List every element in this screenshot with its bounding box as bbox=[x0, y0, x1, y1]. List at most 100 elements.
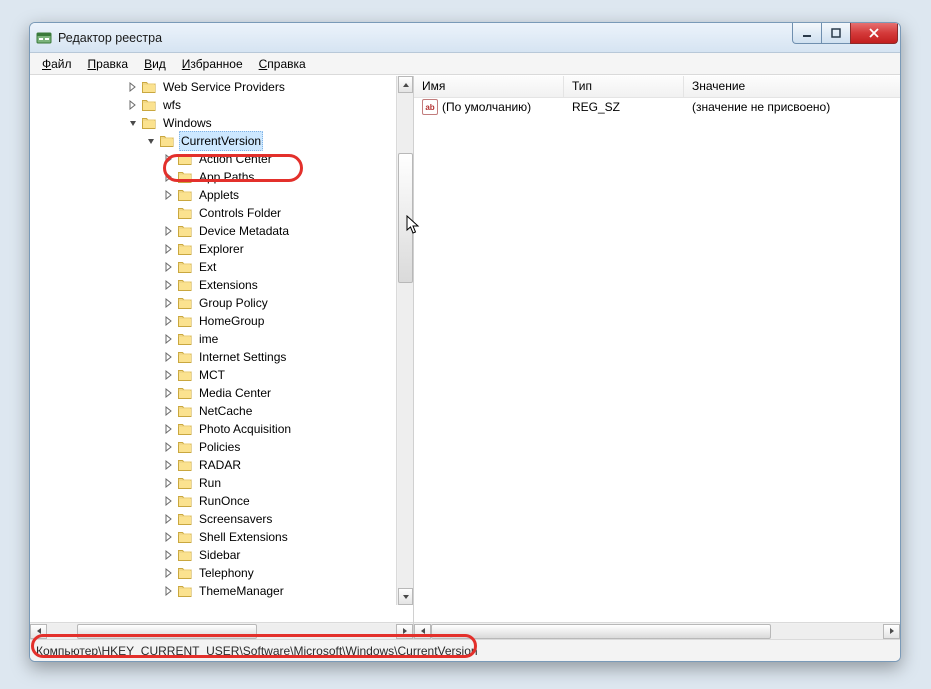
tree-node[interactable]: Action Center bbox=[32, 150, 413, 168]
tree-node-label[interactable]: ime bbox=[197, 330, 220, 348]
scroll-right-button[interactable] bbox=[883, 624, 900, 639]
tree-node-label[interactable]: MCT bbox=[197, 366, 227, 384]
tree-node-label[interactable]: Shell Extensions bbox=[197, 528, 290, 546]
expander-closed-icon[interactable] bbox=[163, 387, 175, 399]
expander-closed-icon[interactable] bbox=[163, 369, 175, 381]
tree-node[interactable]: RADAR bbox=[32, 456, 413, 474]
expander-closed-icon[interactable] bbox=[163, 531, 175, 543]
tree-node[interactable]: App Paths bbox=[32, 168, 413, 186]
expander-open-icon[interactable] bbox=[145, 135, 157, 147]
expander-closed-icon[interactable] bbox=[163, 405, 175, 417]
tree-node[interactable]: Policies bbox=[32, 438, 413, 456]
tree-horizontal-scrollbar[interactable] bbox=[30, 622, 413, 639]
menu-избранное[interactable]: Избранное bbox=[174, 55, 251, 73]
tree-node[interactable]: CurrentVersion bbox=[32, 132, 413, 150]
expander-closed-icon[interactable] bbox=[163, 441, 175, 453]
tree-node[interactable]: ThemeManager bbox=[32, 582, 413, 600]
tree-node[interactable]: NetCache bbox=[32, 402, 413, 420]
expander-closed-icon[interactable] bbox=[163, 297, 175, 309]
tree-node-label[interactable]: Extensions bbox=[197, 276, 260, 294]
scroll-track[interactable] bbox=[431, 624, 883, 639]
tree-node[interactable]: Web Service Providers bbox=[32, 78, 413, 96]
registry-tree[interactable]: Web Service ProviderswfsWindowsCurrentVe… bbox=[30, 76, 413, 602]
tree-node-label[interactable]: Web Service Providers bbox=[161, 78, 287, 96]
expander-closed-icon[interactable] bbox=[163, 333, 175, 345]
tree-node[interactable]: Photo Acquisition bbox=[32, 420, 413, 438]
scroll-thumb[interactable] bbox=[77, 624, 257, 639]
scroll-left-button[interactable] bbox=[30, 624, 47, 639]
tree-node[interactable]: MCT bbox=[32, 366, 413, 384]
maximize-button[interactable] bbox=[821, 23, 851, 44]
tree-node[interactable]: wfs bbox=[32, 96, 413, 114]
tree-node-label[interactable]: App Paths bbox=[197, 168, 256, 186]
expander-closed-icon[interactable] bbox=[163, 585, 175, 597]
tree-node-label[interactable]: RunOnce bbox=[197, 492, 252, 510]
expander-closed-icon[interactable] bbox=[163, 477, 175, 489]
tree-node[interactable]: RunOnce bbox=[32, 492, 413, 510]
column-data[interactable]: Значение bbox=[684, 76, 900, 97]
titlebar[interactable]: Редактор реестра bbox=[30, 23, 900, 53]
expander-closed-icon[interactable] bbox=[163, 279, 175, 291]
tree-node[interactable]: Telephony bbox=[32, 564, 413, 582]
column-type[interactable]: Тип bbox=[564, 76, 684, 97]
tree-node-label[interactable]: Ext bbox=[197, 258, 218, 276]
expander-closed-icon[interactable] bbox=[163, 549, 175, 561]
tree-node-label[interactable]: wfs bbox=[161, 96, 183, 114]
tree-node[interactable]: Extensions bbox=[32, 276, 413, 294]
tree-node-label[interactable]: Action Center bbox=[197, 150, 274, 168]
value-horizontal-scrollbar[interactable] bbox=[414, 622, 900, 639]
expander-closed-icon[interactable] bbox=[163, 459, 175, 471]
tree-node-label[interactable]: CurrentVersion bbox=[179, 131, 263, 151]
tree-node-label[interactable]: Telephony bbox=[197, 564, 256, 582]
tree-node[interactable]: Windows bbox=[32, 114, 413, 132]
tree-node-label[interactable]: Photo Acquisition bbox=[197, 420, 293, 438]
tree-node-label[interactable]: ThemeManager bbox=[197, 582, 286, 600]
scroll-left-button[interactable] bbox=[414, 624, 431, 639]
tree-node[interactable]: Screensavers bbox=[32, 510, 413, 528]
value-row[interactable]: ab(По умолчанию)REG_SZ(значение не присв… bbox=[414, 98, 900, 116]
tree-vertical-scrollbar[interactable] bbox=[396, 76, 413, 605]
expander-closed-icon[interactable] bbox=[163, 495, 175, 507]
tree-node[interactable]: Internet Settings bbox=[32, 348, 413, 366]
scroll-thumb[interactable] bbox=[398, 153, 413, 283]
menu-вид[interactable]: Вид bbox=[136, 55, 174, 73]
expander-closed-icon[interactable] bbox=[163, 243, 175, 255]
menu-файл[interactable]: Файл bbox=[34, 55, 80, 73]
expander-closed-icon[interactable] bbox=[163, 315, 175, 327]
tree-node-label[interactable]: NetCache bbox=[197, 402, 254, 420]
tree-node-label[interactable]: Applets bbox=[197, 186, 241, 204]
expander-closed-icon[interactable] bbox=[127, 81, 139, 93]
expander-closed-icon[interactable] bbox=[163, 171, 175, 183]
expander-closed-icon[interactable] bbox=[163, 567, 175, 579]
tree-node[interactable]: ime bbox=[32, 330, 413, 348]
expander-closed-icon[interactable] bbox=[127, 99, 139, 111]
tree-node-label[interactable]: Internet Settings bbox=[197, 348, 288, 366]
tree-node[interactable]: Controls Folder bbox=[32, 204, 413, 222]
expander-closed-icon[interactable] bbox=[163, 513, 175, 525]
tree-node-label[interactable]: Device Metadata bbox=[197, 222, 291, 240]
value-list[interactable]: ab(По умолчанию)REG_SZ(значение не присв… bbox=[414, 98, 900, 622]
tree-node[interactable]: HomeGroup bbox=[32, 312, 413, 330]
column-name[interactable]: Имя bbox=[414, 76, 564, 97]
expander-closed-icon[interactable] bbox=[163, 225, 175, 237]
tree-node-label[interactable]: Policies bbox=[197, 438, 242, 456]
tree-node[interactable]: Run bbox=[32, 474, 413, 492]
tree-node-label[interactable]: HomeGroup bbox=[197, 312, 266, 330]
close-button[interactable] bbox=[850, 23, 898, 44]
minimize-button[interactable] bbox=[792, 23, 822, 44]
expander-closed-icon[interactable] bbox=[163, 153, 175, 165]
tree-node-label[interactable]: Explorer bbox=[197, 240, 246, 258]
tree-node-label[interactable]: Run bbox=[197, 474, 223, 492]
tree-node-label[interactable]: Sidebar bbox=[197, 546, 242, 564]
scroll-down-button[interactable] bbox=[398, 588, 413, 605]
scroll-track[interactable] bbox=[47, 624, 396, 639]
scroll-track[interactable] bbox=[398, 93, 413, 588]
expander-closed-icon[interactable] bbox=[163, 189, 175, 201]
tree-node-label[interactable]: Group Policy bbox=[197, 294, 270, 312]
tree-node-label[interactable]: Media Center bbox=[197, 384, 273, 402]
tree-node[interactable]: Group Policy bbox=[32, 294, 413, 312]
expander-closed-icon[interactable] bbox=[163, 423, 175, 435]
tree-node[interactable]: Media Center bbox=[32, 384, 413, 402]
scroll-right-button[interactable] bbox=[396, 624, 413, 639]
tree-node-label[interactable]: Screensavers bbox=[197, 510, 274, 528]
